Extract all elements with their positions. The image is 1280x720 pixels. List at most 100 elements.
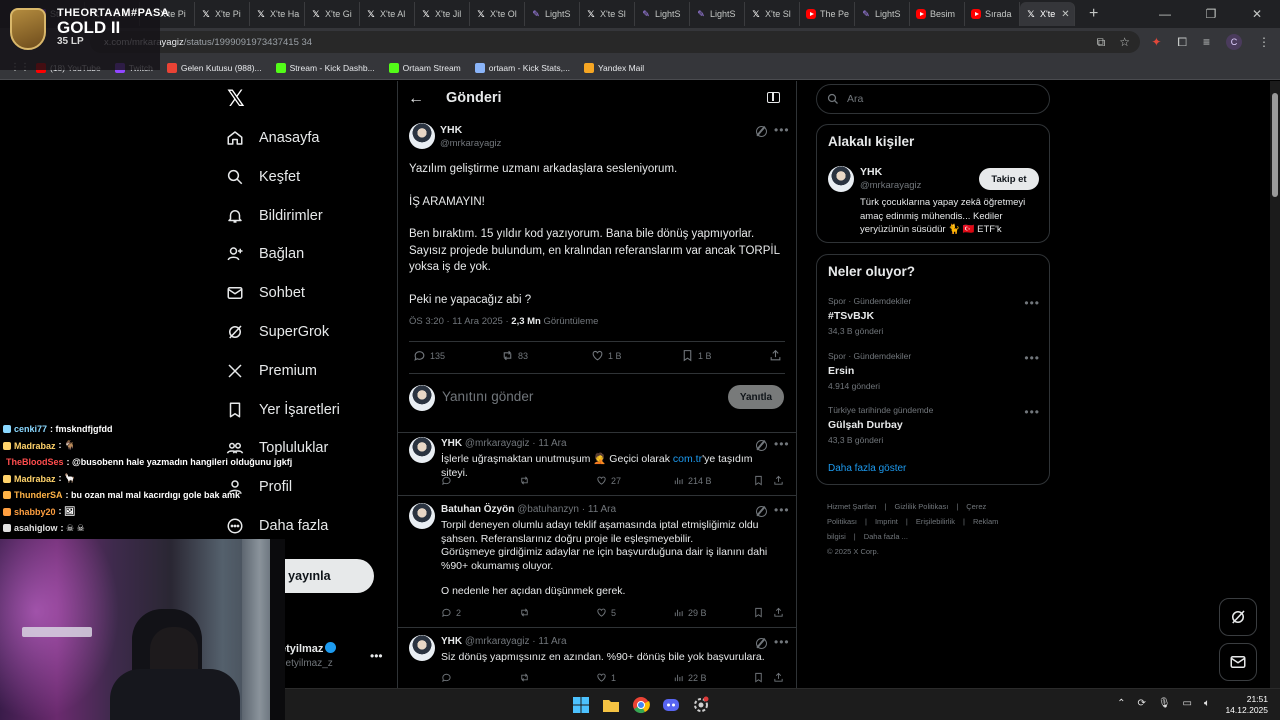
reply-input[interactable]: Yanıtını gönder xyxy=(442,389,533,404)
views-action[interactable]: 29 B xyxy=(673,607,707,618)
browser-tab[interactable]: Sırada xyxy=(965,2,1020,26)
star-icon[interactable]: ☆ xyxy=(1119,35,1130,50)
nav-item-bell[interactable]: Bildirimler xyxy=(225,202,323,230)
related-person-handle[interactable]: @mrkarayagiz xyxy=(860,180,921,191)
nav-item-mail[interactable]: Sohbet xyxy=(225,279,305,307)
nav-item-x[interactable]: Premium xyxy=(225,357,317,385)
like-action[interactable]: 5 xyxy=(596,607,616,618)
more-icon[interactable]: ••• xyxy=(774,503,790,517)
chevron-up-icon[interactable]: ⌃ xyxy=(1117,698,1125,709)
trend-item[interactable]: Türkiye tarihinde gündemde Gülşah Durbay… xyxy=(828,405,1040,445)
clock[interactable]: 21:51 14.12.2025 xyxy=(1225,694,1268,716)
more-icon[interactable]: ••• xyxy=(1024,296,1040,310)
bookmark-action[interactable] xyxy=(753,607,764,618)
browser-tab[interactable]: 𝕏 X'te Ol xyxy=(470,2,525,26)
reply-button[interactable]: Yanıtla xyxy=(728,385,784,409)
related-person-name[interactable]: YHK xyxy=(860,166,882,178)
grok-icon[interactable] xyxy=(756,506,767,517)
browser-tab[interactable]: 𝕏 X'te Pi xyxy=(195,2,250,26)
browser-tab[interactable]: 𝕏 X'te Ha xyxy=(250,2,305,26)
reply-date[interactable]: · 11 Ara xyxy=(532,438,566,449)
close-tab-icon[interactable]: ✕ xyxy=(1061,9,1069,20)
more-options-icon[interactable]: ••• xyxy=(370,649,383,663)
footer-link[interactable]: Hizmet Şartları xyxy=(827,502,877,511)
file-explorer-icon[interactable] xyxy=(600,694,622,716)
settings-gear-icon[interactable] xyxy=(690,694,712,716)
nav-item-bookmark[interactable]: Yer İşaretleri xyxy=(225,396,340,424)
reply-action[interactable]: 135 xyxy=(413,349,445,362)
reply-link[interactable]: com.tr xyxy=(673,453,702,465)
bookmark-item[interactable]: ortaam - Kick Stats,... xyxy=(474,62,570,73)
messages-fab[interactable] xyxy=(1219,643,1257,681)
bookmark-action[interactable]: 1 B xyxy=(681,349,712,362)
back-arrow-icon[interactable]: ← xyxy=(408,90,424,108)
sync-icon[interactable]: ⟳ xyxy=(1137,698,1145,709)
restore-icon[interactable]: ❐ xyxy=(1188,0,1234,28)
browser-tab[interactable]: ✎ LightS xyxy=(690,2,745,26)
x-logo-icon[interactable]: 𝕏 xyxy=(227,88,247,110)
menu-dots-icon[interactable]: ⋮ xyxy=(1258,35,1270,49)
browser-tab[interactable]: 𝕏 X'te ✕ xyxy=(1020,2,1075,26)
browser-tab[interactable]: 𝕏 X'te Al xyxy=(360,2,415,26)
reply-date[interactable]: · 11 Ara xyxy=(532,636,566,647)
reply-author-handle[interactable]: @mrkarayagiz xyxy=(465,636,530,647)
reply-action[interactable] xyxy=(441,672,452,683)
reply-author-name[interactable]: YHK xyxy=(441,636,462,647)
more-icon[interactable]: ••• xyxy=(774,123,790,137)
avatar[interactable] xyxy=(409,503,435,529)
browser-tab[interactable]: ✎ LightS xyxy=(855,2,910,26)
discord-icon[interactable] xyxy=(660,694,682,716)
reply-date[interactable]: · 11 Ara xyxy=(582,504,616,515)
grok-icon[interactable] xyxy=(756,126,767,137)
windows-start-icon[interactable] xyxy=(570,694,592,716)
footer-link[interactable]: Imprint xyxy=(875,517,898,526)
extension-icon[interactable]: ✦ xyxy=(1151,35,1161,49)
post-author-handle[interactable]: @mrkarayagiz xyxy=(440,138,501,149)
install-app-icon[interactable]: ⧉ xyxy=(1097,35,1106,50)
volume-icon[interactable]: 🔈︎ xyxy=(1204,698,1210,709)
reply-action[interactable] xyxy=(441,475,452,486)
views-action[interactable]: 22 B xyxy=(673,672,707,683)
avatar[interactable] xyxy=(409,123,435,149)
views-action[interactable]: 214 B xyxy=(673,475,712,486)
browser-tab[interactable]: 𝕏 X'te Sl xyxy=(580,2,635,26)
browser-tab[interactable]: 𝕏 X'te Jil xyxy=(415,2,470,26)
avatar[interactable] xyxy=(828,166,854,192)
like-action[interactable]: 1 xyxy=(596,672,616,683)
nav-item-search[interactable]: Keşfet xyxy=(225,163,300,191)
repost-action[interactable] xyxy=(519,607,530,618)
bookmark-action[interactable] xyxy=(753,475,764,486)
trend-item[interactable]: Spor · Gündemdekiler Ersin 4.914 gönderi… xyxy=(828,351,1040,391)
bookmark-action[interactable] xyxy=(753,672,764,683)
share-action[interactable] xyxy=(769,349,782,362)
search-input[interactable]: Ara xyxy=(816,84,1050,114)
reply-author-name[interactable]: Batuhan Özyön xyxy=(441,504,514,515)
nav-user[interactable]: etyilmaz netyilmaz_z xyxy=(280,642,337,669)
more-icon[interactable]: ••• xyxy=(774,635,790,649)
playlist-icon[interactable]: ≡ xyxy=(1203,35,1210,49)
browser-tab[interactable]: 𝕏 X'te Sl xyxy=(745,2,800,26)
browser-tab[interactable]: ✎ LightS xyxy=(635,2,690,26)
post-author-name[interactable]: YHK xyxy=(440,124,462,136)
nav-item-grok[interactable]: SuperGrok xyxy=(225,318,329,346)
profile-avatar[interactable]: C xyxy=(1226,34,1242,50)
grok-fab[interactable] xyxy=(1219,598,1257,636)
bookmark-item[interactable]: Ortaam Stream xyxy=(388,62,461,73)
avatar[interactable] xyxy=(409,437,435,463)
network-icon[interactable]: ▭ xyxy=(1183,698,1192,709)
browser-tab[interactable]: 𝕏 X'te Gi xyxy=(305,2,360,26)
footer-link[interactable]: Daha fazla ... xyxy=(864,532,908,541)
browser-tab[interactable]: Besim xyxy=(910,2,965,26)
footer-link[interactable]: Gizlilik Politikası xyxy=(895,502,949,511)
close-window-icon[interactable]: ✕ xyxy=(1234,0,1280,28)
footer-link[interactable]: Erişilebilirlik xyxy=(916,517,955,526)
more-icon[interactable]: ••• xyxy=(1024,405,1040,419)
grok-icon[interactable] xyxy=(756,638,767,649)
reply-author-handle[interactable]: @mrkarayagiz xyxy=(465,438,530,449)
share-action[interactable] xyxy=(773,607,784,618)
repost-action[interactable] xyxy=(519,475,530,486)
reader-icon[interactable] xyxy=(767,92,780,103)
minimize-icon[interactable]: — xyxy=(1142,0,1188,28)
more-icon[interactable]: ••• xyxy=(774,437,790,451)
url-field[interactable]: x.com/mrkarayagiz/status/199909197343741… xyxy=(90,31,1140,53)
